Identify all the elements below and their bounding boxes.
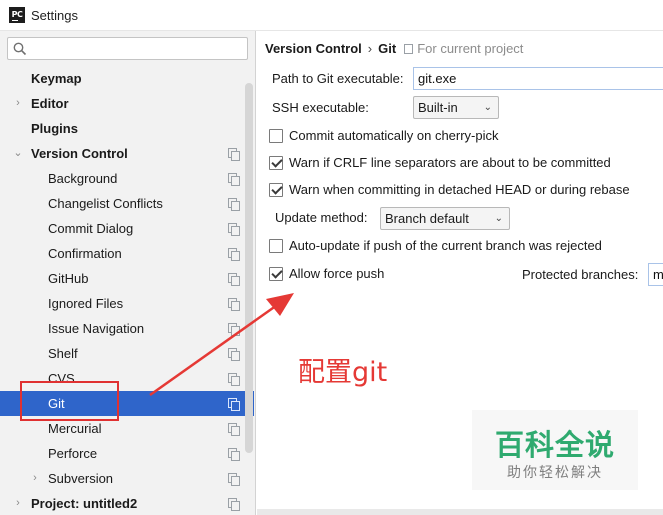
project-scope-icon <box>228 498 240 511</box>
chevron-down-icon: ⌄ <box>494 213 503 224</box>
chevron-down-icon[interactable]: ⌄ <box>12 141 24 166</box>
git-path-field[interactable]: git.exe <box>413 67 663 90</box>
chevron-right-icon[interactable]: › <box>29 466 41 491</box>
sidebar-item-label: Subversion <box>48 471 114 486</box>
sidebar-item-label: Project: untitled2 <box>31 496 138 511</box>
sidebar-item-shelf[interactable]: Shelf <box>0 341 254 366</box>
watermark-logo: 百科全说 助你轻松解决 <box>472 410 638 490</box>
sidebar-item-commit-dialog[interactable]: Commit Dialog <box>0 216 254 241</box>
update-method-value: Branch default <box>385 211 469 226</box>
search-icon <box>13 42 27 56</box>
sidebar-item-label: Editor <box>31 96 69 111</box>
sidebar-item-ignored-files[interactable]: Ignored Files <box>0 291 254 316</box>
project-scope-icon <box>228 473 240 486</box>
sidebar-item-label: GitHub <box>48 271 89 286</box>
update-method-select[interactable]: Branch default ⌄ <box>380 207 510 230</box>
project-scope-icon <box>228 373 240 386</box>
settings-search-input[interactable] <box>7 37 248 60</box>
watermark-subtitle: 助你轻松解决 <box>507 465 603 481</box>
chevron-down-icon: ⌄ <box>483 102 492 113</box>
breadcrumb-separator: › <box>367 41 373 56</box>
sidebar-item-label: Commit Dialog <box>48 221 134 236</box>
project-scope-icon <box>228 448 240 461</box>
breadcrumb-page: Git <box>378 41 397 56</box>
sidebar-item-changelist-conflicts[interactable]: Changelist Conflicts <box>0 191 254 216</box>
ssh-label: SSH executable: <box>272 100 369 115</box>
project-scope-icon <box>228 173 240 186</box>
chevron-right-icon[interactable]: › <box>12 491 24 515</box>
warn-crlf-label: Warn if CRLF line separators are about t… <box>289 155 611 170</box>
sidebar-item-issue-navigation[interactable]: Issue Navigation <box>0 316 254 341</box>
sidebar-item-confirmation[interactable]: Confirmation <box>0 241 254 266</box>
sidebar-item-subversion[interactable]: › Subversion <box>0 466 254 491</box>
project-scope-icon <box>228 223 240 236</box>
sidebar-item-plugins[interactable]: Plugins <box>0 116 254 141</box>
sidebar-item-version-control[interactable]: ⌄ Version Control <box>0 141 254 166</box>
horizontal-scrollbar[interactable] <box>257 509 663 515</box>
breadcrumb-scope: For current project <box>417 41 524 56</box>
sidebar-item-github[interactable]: GitHub <box>0 266 254 291</box>
ssh-select-value: Built-in <box>418 100 458 115</box>
sidebar-item-label: Keymap <box>31 71 82 86</box>
sidebar-item-label: Confirmation <box>48 246 122 261</box>
breadcrumb: Version Control › Git For current project <box>265 41 523 56</box>
title-bar: PC Settings <box>0 0 663 31</box>
project-scope-icon <box>228 148 240 161</box>
protected-branches-label: Protected branches: <box>522 267 639 282</box>
project-scope-icon <box>228 248 240 261</box>
sidebar-item-perforce[interactable]: Perforce <box>0 441 254 466</box>
sidebar-item-label: Perforce <box>48 446 98 461</box>
project-scope-icon <box>228 323 240 336</box>
breadcrumb-section: Version Control <box>265 41 362 56</box>
project-scope-icon <box>228 423 240 436</box>
project-scope-icon <box>228 348 240 361</box>
warn-detached-head-checkbox[interactable] <box>269 183 283 197</box>
project-scope-icon <box>228 273 240 286</box>
project-scope-icon <box>228 298 240 311</box>
update-method-label: Update method: <box>275 210 368 225</box>
allow-force-push-checkbox[interactable] <box>269 267 283 281</box>
pycharm-app-icon: PC <box>9 7 25 23</box>
sidebar-item-label: Plugins <box>31 121 78 136</box>
sidebar-item-label: Issue Navigation <box>48 321 145 336</box>
commit-cherry-pick-label: Commit automatically on cherry-pick <box>289 128 499 143</box>
sidebar-item-label: Ignored Files <box>48 296 124 311</box>
allow-force-push-label: Allow force push <box>289 266 385 281</box>
warn-detached-head-label: Warn when committing in detached HEAD or… <box>289 182 630 197</box>
auto-update-label: Auto-update if push of the current branc… <box>289 238 602 253</box>
sidebar-item-label: Version Control <box>31 146 128 161</box>
git-path-label: Path to Git executable: <box>272 71 404 86</box>
highlight-box <box>20 381 119 421</box>
sidebar-item-label: Shelf <box>48 346 78 361</box>
settings-sidebar: Keymap › Editor Plugins ⌄ Version Control Back… <box>0 31 256 515</box>
project-scope-icon <box>228 198 240 211</box>
sidebar-item-editor[interactable]: › Editor <box>0 91 254 116</box>
sidebar-item-background[interactable]: Background <box>0 166 254 191</box>
watermark-title: 百科全说 <box>494 428 615 462</box>
sidebar-scrollbar[interactable] <box>245 83 253 453</box>
protected-branches-field[interactable]: m <box>648 263 663 286</box>
commit-cherry-pick-checkbox[interactable] <box>269 129 283 143</box>
window-title: Settings <box>31 8 78 23</box>
chevron-right-icon[interactable]: › <box>12 91 24 116</box>
sidebar-item-label: Background <box>48 171 118 186</box>
annotation-text: 配置git <box>298 357 388 388</box>
auto-update-checkbox[interactable] <box>269 239 283 253</box>
sidebar-item-project-untitled2[interactable]: › Project: untitled2 <box>0 491 254 515</box>
project-scope-icon <box>228 398 240 411</box>
warn-crlf-checkbox[interactable] <box>269 156 283 170</box>
sidebar-item-label: Changelist Conflicts <box>48 196 163 211</box>
ssh-executable-select[interactable]: Built-in ⌄ <box>413 96 499 119</box>
project-scope-icon <box>404 44 414 54</box>
sidebar-item-keymap[interactable]: Keymap <box>0 66 254 91</box>
